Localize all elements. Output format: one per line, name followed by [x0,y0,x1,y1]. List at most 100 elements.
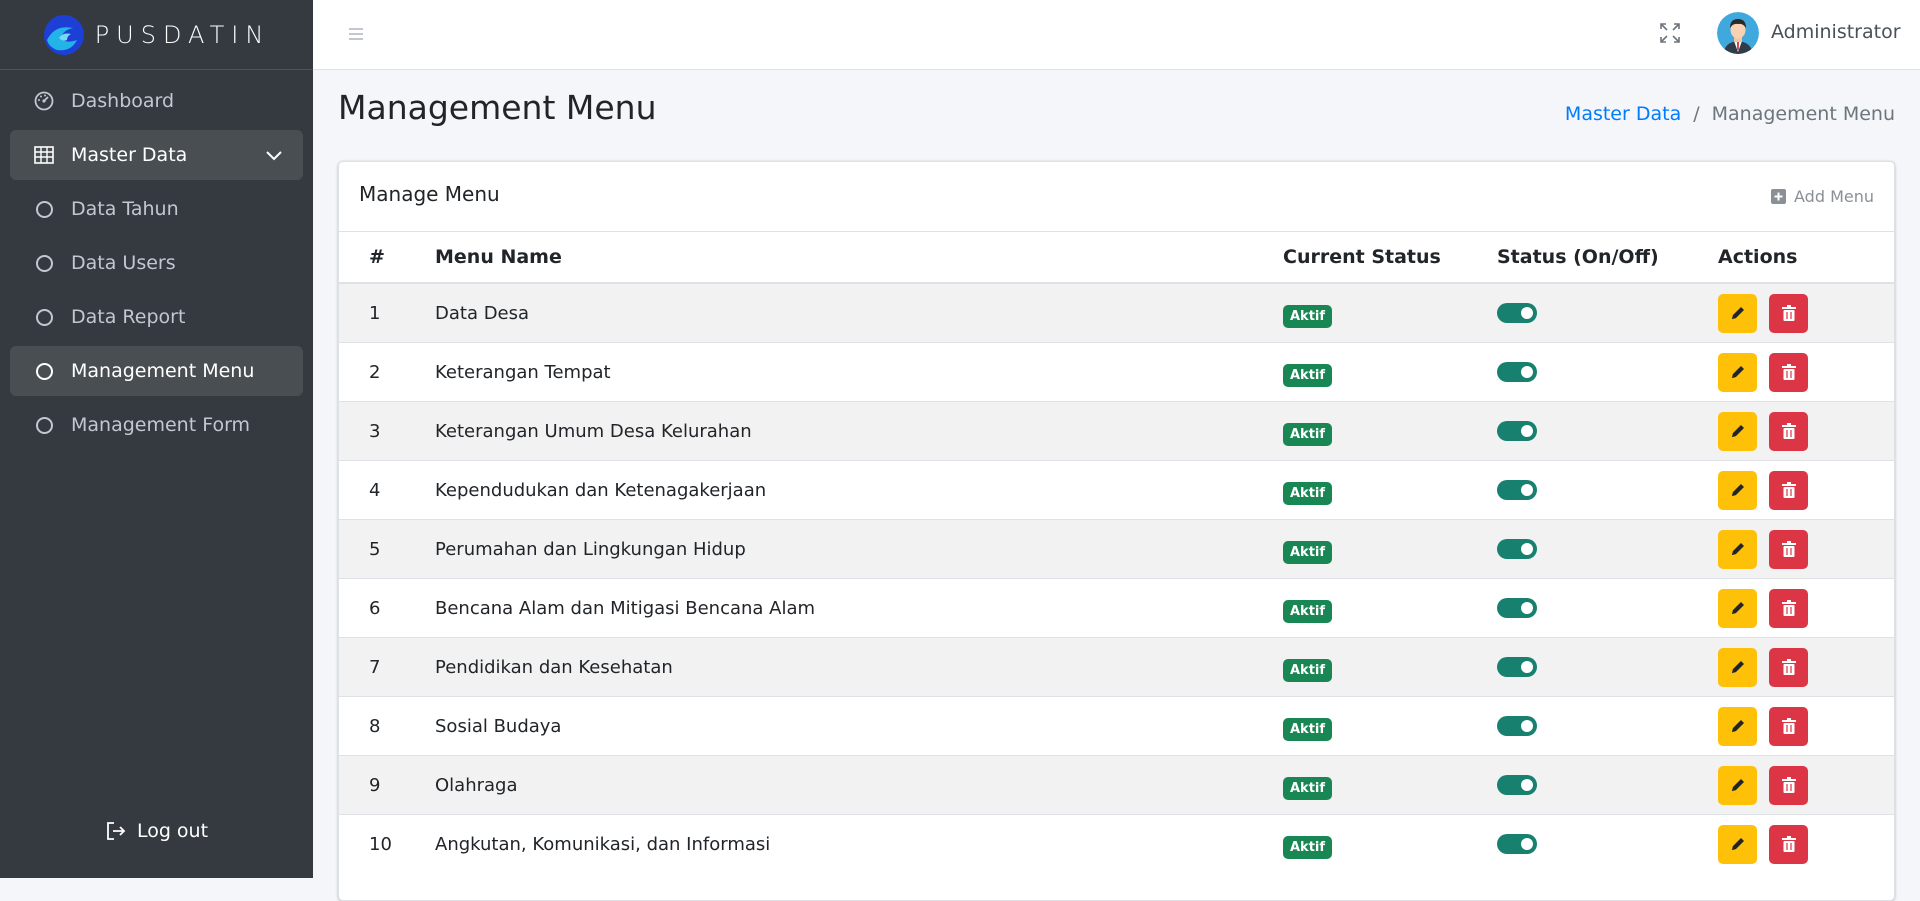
sidebar-item-data-users[interactable]: Data Users [10,238,303,288]
add-menu-button[interactable]: Add Menu [1771,187,1874,206]
delete-button[interactable] [1769,588,1808,628]
hamburger-menu-icon[interactable] [349,26,363,45]
sidebar-item-label: Data Users [71,252,176,274]
pencil-icon [1730,777,1746,793]
pencil-icon [1730,423,1746,439]
menu-name-cell: Keterangan Tempat [435,342,1283,402]
trash-icon [1781,482,1796,498]
status-toggle-switch[interactable] [1497,598,1537,618]
trash-icon [1781,423,1796,439]
edit-button[interactable] [1718,529,1757,569]
row-number: 2 [339,342,435,402]
trash-icon [1781,777,1796,793]
edit-button[interactable] [1718,352,1757,392]
menu-name-cell: Pendidikan dan Kesehatan [435,637,1283,697]
actions-cell [1718,282,1894,343]
delete-button[interactable] [1769,411,1808,451]
delete-button[interactable] [1769,529,1808,569]
delete-button[interactable] [1769,765,1808,805]
status-badge: Aktif [1283,363,1333,387]
add-menu-label: Add Menu [1794,187,1874,206]
edit-button[interactable] [1718,765,1757,805]
breadcrumb: Master Data / Management Menu [1565,103,1895,125]
status-toggle-cell [1497,755,1718,815]
sidebar-item-label: Management Menu [71,360,255,382]
current-status-cell: Aktif [1283,282,1497,343]
delete-button[interactable] [1769,470,1808,510]
status-toggle-switch[interactable] [1497,480,1537,500]
trash-icon [1781,541,1796,557]
status-toggle-cell [1497,282,1718,343]
chevron-down-icon [265,145,283,167]
logout-label: Log out [136,820,209,842]
sidebar-item-label: Data Report [71,306,186,328]
status-toggle-switch[interactable] [1497,775,1537,795]
sidebar-item-master-data[interactable]: Master Data [10,130,303,180]
pencil-icon [1730,305,1746,321]
status-toggle-switch[interactable] [1497,362,1537,382]
row-number: 7 [339,637,435,697]
menu-name-cell: Angkutan, Komunikasi, dan Informasi [435,814,1283,873]
delete-button[interactable] [1769,706,1808,746]
brand-logo-icon [43,14,84,55]
column-header-number: # [339,232,435,284]
table-body: 1 Data Desa Aktif 2 Keterangan Tempat Aktif 3 K… [339,282,1894,873]
pencil-icon [1730,718,1746,734]
actions-cell [1718,637,1894,697]
circle-icon [33,252,55,274]
sidebar-item-data-report[interactable]: Data Report [10,292,303,342]
avatar[interactable] [1717,12,1759,54]
sidebar-item-management-menu[interactable]: Management Menu [10,346,303,396]
top-navbar: Administrator [313,0,1920,70]
menu-name-cell: Keterangan Umum Desa Kelurahan [435,401,1283,461]
status-toggle-switch[interactable] [1497,303,1537,323]
logout-button[interactable]: Log out [0,820,313,842]
status-badge: Aktif [1283,835,1333,859]
row-number: 1 [339,282,435,343]
sidebar-item-management-form[interactable]: Management Form [10,400,303,450]
delete-button[interactable] [1769,824,1808,864]
breadcrumb-link-master-data[interactable]: Master Data [1565,103,1681,125]
actions-cell [1718,460,1894,520]
current-status-cell: Aktif [1283,578,1497,638]
table-row: 1 Data Desa Aktif [339,282,1894,343]
edit-button[interactable] [1718,293,1757,333]
column-header-status-toggle: Status (On/Off) [1497,232,1718,284]
fullscreen-expand-icon[interactable] [1659,22,1681,48]
card-header: Manage Menu Add Menu [339,162,1894,232]
column-header-menu-name: Menu Name [435,232,1283,284]
edit-button[interactable] [1718,588,1757,628]
status-toggle-switch[interactable] [1497,716,1537,736]
status-toggle-switch[interactable] [1497,421,1537,441]
delete-button[interactable] [1769,293,1808,333]
status-badge: Aktif [1283,422,1333,446]
circle-icon [33,306,55,328]
delete-button[interactable] [1769,647,1808,687]
status-toggle-switch[interactable] [1497,834,1537,854]
status-badge: Aktif [1283,304,1333,328]
edit-button[interactable] [1718,824,1757,864]
current-status-cell: Aktif [1283,460,1497,520]
user-name[interactable]: Administrator [1771,21,1901,43]
status-toggle-cell [1497,814,1718,873]
sidebar-item-label: Management Form [71,414,251,436]
current-status-cell: Aktif [1283,755,1497,815]
current-status-cell: Aktif [1283,401,1497,461]
delete-button[interactable] [1769,352,1808,392]
edit-button[interactable] [1718,706,1757,746]
menu-name-cell: Sosial Budaya [435,696,1283,756]
edit-button[interactable] [1718,647,1757,687]
menu-name-cell: Data Desa [435,282,1283,343]
current-status-cell: Aktif [1283,342,1497,402]
sidebar-item-data-tahun[interactable]: Data Tahun [10,184,303,234]
sidebar-item-dashboard[interactable]: Dashboard [10,76,303,126]
edit-button[interactable] [1718,411,1757,451]
status-toggle-switch[interactable] [1497,657,1537,677]
pencil-icon [1730,836,1746,852]
pencil-icon [1730,541,1746,557]
menu-name-cell: Bencana Alam dan Mitigasi Bencana Alam [435,578,1283,638]
trash-icon [1781,836,1796,852]
brand[interactable]: PUSDATIN [0,0,313,70]
status-toggle-switch[interactable] [1497,539,1537,559]
edit-button[interactable] [1718,470,1757,510]
